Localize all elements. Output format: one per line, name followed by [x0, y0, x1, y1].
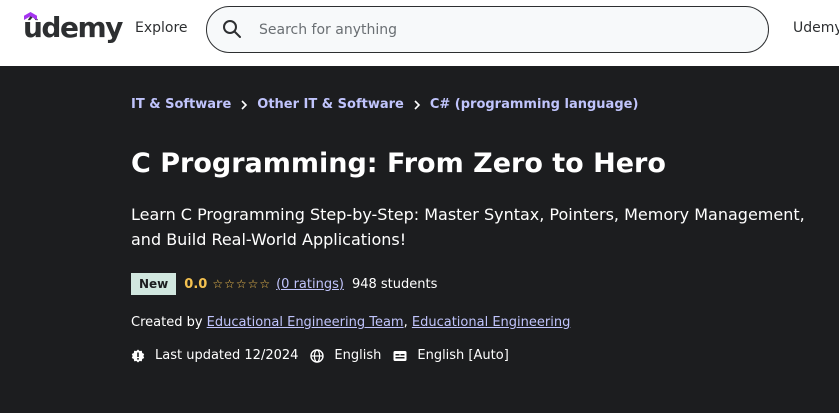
last-updated: Last updated 12/2024	[131, 348, 298, 363]
captions-text: English [Auto]	[417, 348, 509, 363]
breadcrumb: IT & Software Other IT & Software C# (pr…	[131, 97, 638, 112]
course-stats: New 0.0 ☆☆☆☆☆ (0 ratings) 948 students	[131, 273, 437, 295]
created-by-label: Created by	[131, 315, 203, 330]
language-text: English	[334, 348, 382, 363]
captions: English [Auto]	[393, 348, 509, 363]
course-subtitle: Learn C Programming Step-by-Step: Master…	[131, 205, 805, 249]
last-updated-text: Last updated 12/2024	[155, 348, 299, 363]
globe-icon	[310, 348, 325, 363]
course-title: C Programming: From Zero to Hero	[131, 148, 666, 179]
instructor-separator: ,	[403, 315, 408, 330]
logo-text: ûdemy	[23, 11, 123, 44]
new-badge: New	[131, 273, 177, 295]
created-by: Created by Educational Engineering Team,…	[131, 315, 570, 330]
ratings-count-link[interactable]: (0 ratings)	[276, 277, 344, 292]
instructor-link[interactable]: Educational Engineering	[412, 315, 570, 330]
udemy-logo[interactable]: ûdemy	[23, 11, 123, 44]
star-rating-icon: ☆☆☆☆☆	[212, 277, 272, 291]
chevron-right-icon	[413, 99, 421, 110]
course-hero-banner: IT & Software Other IT & Software C# (pr…	[0, 66, 839, 413]
instructor-link-team[interactable]: Educational Engineering Team	[207, 315, 404, 330]
language: English	[310, 348, 381, 363]
chevron-right-icon	[240, 99, 248, 110]
udemy-business-link[interactable]: Udemy	[793, 20, 839, 36]
top-navigation-bar: ûdemy Explore Udemy	[0, 0, 839, 66]
breadcrumb-item-csharp[interactable]: C# (programming language)	[430, 97, 639, 112]
logo-cap-icon	[24, 12, 37, 20]
alert-badge-icon	[131, 349, 145, 363]
explore-menu[interactable]: Explore	[135, 20, 188, 36]
breadcrumb-item-other-it-software[interactable]: Other IT & Software	[257, 97, 404, 112]
search-bar	[206, 6, 769, 53]
rating-value: 0.0	[184, 276, 208, 292]
closed-captions-icon	[393, 349, 407, 363]
search-input[interactable]	[259, 19, 739, 41]
course-meta: Last updated 12/2024 English English [Au…	[131, 348, 521, 363]
breadcrumb-item-it-software[interactable]: IT & Software	[131, 97, 231, 112]
search-icon[interactable]	[222, 19, 242, 39]
students-count: 948 students	[351, 276, 438, 292]
